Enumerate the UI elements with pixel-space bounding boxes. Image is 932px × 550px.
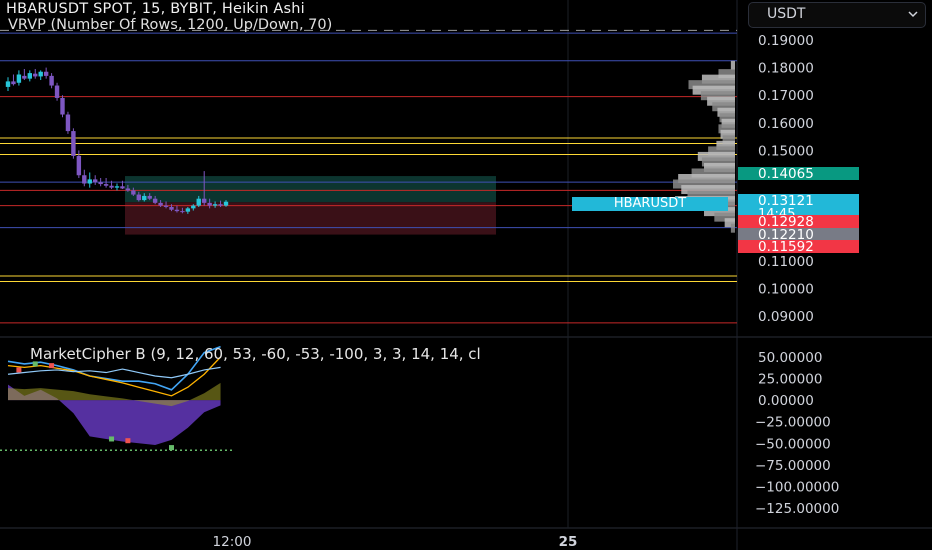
candle-body: [196, 198, 201, 206]
signal-dot: [169, 445, 174, 451]
position-stop-zone: [125, 202, 496, 235]
oscillator-tick-label: −100.00000: [755, 479, 839, 495]
price-tick-label: 0.11000: [758, 254, 814, 270]
candle-body: [152, 198, 158, 203]
chart-title[interactable]: HBARUSDT SPOT, 15, BYBIT, Heikin Ashi: [6, 1, 305, 17]
candle-body: [98, 182, 103, 185]
time-tick-label: 25: [559, 534, 578, 550]
candle-body: [43, 71, 49, 76]
candle-body: [142, 195, 147, 201]
candle-body: [169, 206, 174, 210]
candle-body: [22, 75, 27, 79]
candle-body: [82, 175, 87, 184]
oscillator-tick-label: 0.00000: [758, 393, 814, 409]
price-tick-label: 0.17000: [758, 88, 814, 104]
price-tag-label: 0.11592: [758, 239, 814, 255]
currency-label: USDT: [767, 6, 806, 22]
candle-body: [120, 186, 125, 189]
candle-body: [38, 71, 43, 77]
indicator-legend-vrvp[interactable]: VRVP (Number Of Rows, 1200, Up/Down, 70): [8, 17, 332, 33]
candle-body: [114, 186, 120, 188]
price-tick-label: 0.09000: [758, 309, 814, 325]
signal-dot: [125, 438, 131, 444]
candle-body: [223, 201, 229, 206]
candle-body: [27, 73, 32, 79]
price-tick-label: 0.16000: [758, 116, 814, 132]
candle-body: [136, 194, 141, 201]
price-tick-label: 0.19000: [758, 33, 814, 49]
symbol-tag: HBARUSDT: [572, 197, 728, 211]
candle-body: [158, 202, 163, 206]
oscillator-tick-label: 25.00000: [758, 372, 822, 388]
candle-body: [87, 179, 92, 184]
volume-profile-bar: [730, 223, 735, 233]
indicator-legend-market-cipher[interactable]: MarketCipher B (9, 12, 60, 53, -60, -53,…: [30, 345, 481, 363]
oscillator-tick-label: −25.00000: [755, 415, 831, 431]
candle-body: [11, 81, 16, 85]
time-tick-label: 12:00: [213, 534, 252, 550]
price-tick-label: 0.18000: [758, 61, 814, 77]
chevron-down-icon: [908, 11, 918, 18]
candle-body: [103, 184, 109, 186]
candle-body: [174, 209, 180, 212]
candle-body: [207, 202, 212, 206]
candle-body: [65, 114, 71, 132]
currency-selector[interactable]: USDT: [748, 2, 926, 28]
signal-dot: [109, 436, 115, 442]
candle-body: [202, 198, 207, 203]
candle-body: [71, 131, 76, 156]
oscillator-tick-label: −125.00000: [755, 501, 839, 517]
candle-body: [125, 188, 131, 191]
candle-body: [49, 75, 54, 86]
candle-body: [131, 190, 136, 195]
position-target-zone: [125, 176, 496, 203]
candle-body: [218, 204, 223, 206]
chart-canvas[interactable]: 0.19000 0.18000 0.17000 0.16000 0.15000 0.110…: [0, 0, 932, 550]
candle-body: [191, 205, 196, 209]
candle-body: [163, 205, 169, 207]
oscillator-tick-label: −50.00000: [755, 436, 831, 452]
oscillator-tick-label: 50.00000: [758, 350, 822, 366]
candle-body: [60, 97, 65, 115]
candle-body: [212, 204, 218, 206]
price-tag-label: 0.14065: [758, 166, 814, 182]
candle-body: [33, 73, 38, 77]
volume-profile-bar: [730, 60, 735, 70]
candle-body: [16, 74, 22, 83]
candle-body: [185, 208, 191, 212]
candle-body: [54, 85, 60, 98]
price-tick-label: 0.15000: [758, 143, 814, 159]
candle-body: [109, 185, 114, 188]
signal-dot: [16, 367, 22, 373]
oscillator-tick-label: −75.00000: [755, 458, 831, 474]
candle-body: [93, 179, 98, 183]
price-tick-label: 0.10000: [758, 281, 814, 297]
candle-body: [5, 81, 11, 87]
candle-body: [147, 195, 152, 199]
signal-dot: [49, 363, 55, 369]
candle-body: [180, 211, 185, 213]
candle-body: [76, 155, 82, 176]
